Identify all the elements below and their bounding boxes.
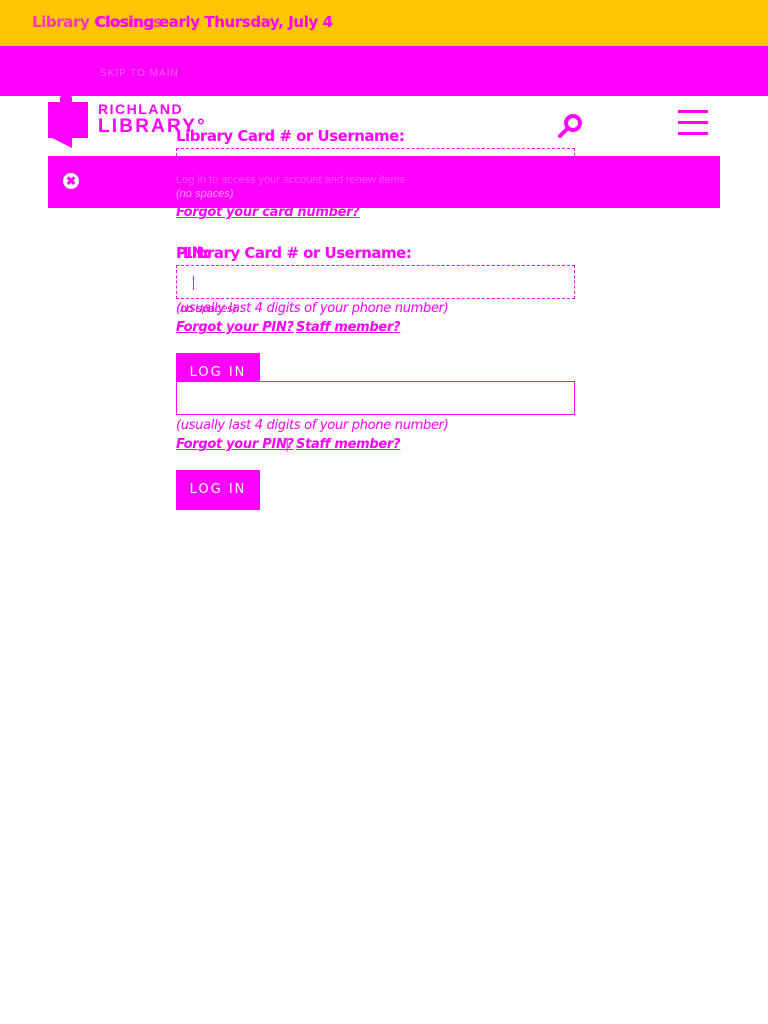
forgot-card-number-link[interactable]: Forgot your card number? [176,205,360,220]
link-separator: | [285,437,290,452]
richland-logo-icon[interactable] [48,96,88,148]
logo-text-top[interactable]: RICHLAND [98,101,183,117]
pin-hint: (usually last 4 digits of your phone num… [176,418,449,433]
alert-bar-text[interactable]: Closing early Thursday, July 4 [95,13,333,31]
staff-member-link[interactable]: Staff member? [296,437,401,452]
main-menu-button[interactable] [676,110,710,138]
hamburger-menu-icon [678,110,708,113]
close-message-icon[interactable]: ✖ [63,173,79,189]
pin-hint-overlap: (usually last 4 digits of your phone num… [176,301,449,316]
skip-link[interactable]: SKIP TO MAIN [100,68,179,79]
card-hint-ghost: (no spaces) [176,188,234,200]
login-button[interactable]: LOG IN [176,470,260,510]
card-number-label-ghost: Library Card # or Username: [176,127,405,145]
forgot-pin-link-ghost[interactable]: Forgot your PIN? [176,320,294,335]
search-icon [558,114,582,138]
card-number-input[interactable] [176,265,575,299]
staff-member-link-overlap[interactable]: Staff member? [296,320,401,335]
card-number-input-ghost[interactable] [176,148,575,182]
text-cursor [193,276,194,290]
card-number-label: Library Card # or Username: [183,244,412,262]
pin-input[interactable] [176,381,575,415]
search-button[interactable] [556,112,584,140]
forgot-pin-link[interactable]: Forgot your PIN? [176,437,294,452]
